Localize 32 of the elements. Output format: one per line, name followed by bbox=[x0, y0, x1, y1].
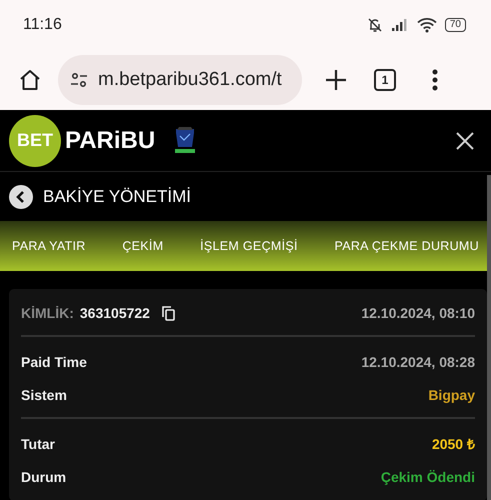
field-label: Durum bbox=[21, 468, 66, 484]
battery-indicator: 70 bbox=[444, 18, 466, 32]
created-date: 12.10.2024, 08:10 bbox=[361, 305, 475, 321]
signal-icon bbox=[390, 18, 409, 32]
field-label: Paid Time bbox=[21, 354, 87, 370]
back-icon[interactable] bbox=[9, 184, 33, 208]
field-value: 12.10.2024, 08:28 bbox=[361, 354, 475, 370]
new-tab-icon[interactable] bbox=[325, 69, 347, 91]
close-icon[interactable] bbox=[456, 132, 474, 150]
field-value: 2050 ₺ bbox=[432, 435, 475, 453]
site-settings-icon[interactable] bbox=[70, 72, 88, 88]
copy-icon[interactable] bbox=[162, 306, 175, 320]
field-label: Tutar bbox=[21, 436, 55, 452]
clock-time: 11:16 bbox=[23, 16, 62, 34]
logo-text[interactable]: PARiBU bbox=[65, 126, 156, 154]
scrollbar[interactable] bbox=[487, 175, 491, 500]
id-value: 363105722 bbox=[80, 305, 150, 321]
more-menu-icon[interactable] bbox=[432, 69, 438, 91]
nav-tab[interactable]: PARA ÇEKME DURUMU bbox=[334, 239, 479, 253]
nav-tab[interactable]: ÇEKİM bbox=[122, 239, 164, 253]
nav-tab[interactable]: İŞLEM GEÇMİŞİ bbox=[200, 239, 298, 253]
field-label: Sistem bbox=[21, 386, 67, 402]
tab-count-button[interactable]: 1 bbox=[374, 69, 396, 91]
address-bar[interactable]: m.betparibu361.com/t bbox=[58, 55, 302, 105]
id-label: KİMLİK: bbox=[21, 305, 74, 321]
home-icon[interactable] bbox=[18, 68, 42, 92]
muted-bell-icon bbox=[366, 17, 383, 33]
field-value: Çekim Ödendi bbox=[380, 468, 475, 484]
field-value: Bigpay bbox=[428, 386, 475, 402]
page-title: BAKİYE YÖNETİMİ bbox=[43, 186, 192, 206]
wifi-icon bbox=[416, 17, 437, 33]
nav-tab[interactable]: PARA YATIR bbox=[12, 239, 86, 253]
